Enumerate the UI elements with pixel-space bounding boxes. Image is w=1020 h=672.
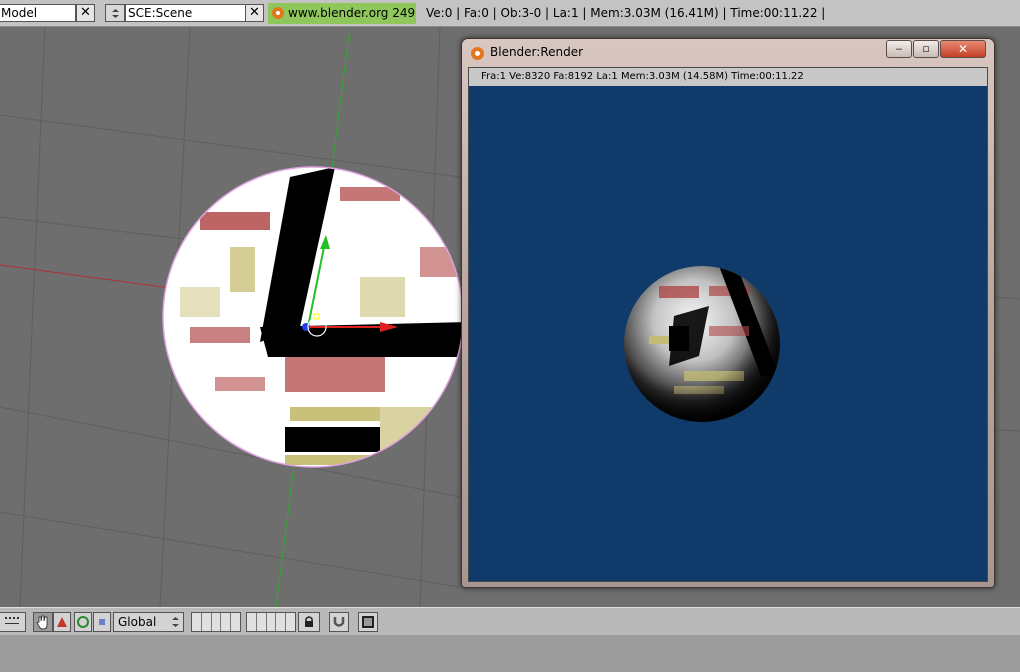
scene-browse-button[interactable] xyxy=(105,4,125,22)
blender-window-icon xyxy=(471,47,484,60)
render-window[interactable]: Blender:Render ‒ ▫ ✕ Fra:1 Ve:8320 Fa:81… xyxy=(461,38,995,588)
blender-url-label[interactable]: www.blender.org 249.2 xyxy=(268,3,416,24)
triangle-icon xyxy=(57,617,67,627)
viewport-header: Global xyxy=(0,607,1020,635)
rotate-tool-button[interactable] xyxy=(53,612,71,632)
render-window-title: Blender:Render xyxy=(490,45,584,59)
footer-area xyxy=(0,635,1020,672)
scale-tool-button[interactable] xyxy=(74,612,92,632)
screen-close-button[interactable]: ✕ xyxy=(76,4,95,22)
minimize-button[interactable]: ‒ xyxy=(886,40,912,58)
lock-icon xyxy=(305,616,313,627)
scene-close-button[interactable]: ✕ xyxy=(245,4,264,22)
grid-dots-icon xyxy=(5,617,19,624)
info-header: Model ✕ SCE:Scene ✕ www.blender.org 249.… xyxy=(0,0,1020,27)
screen-name-field[interactable]: Model xyxy=(0,4,76,22)
orientation-select[interactable]: Global xyxy=(113,612,184,632)
image-icon xyxy=(362,616,374,628)
manipulator-toggle-button[interactable] xyxy=(93,612,111,632)
blender-logo-icon xyxy=(272,7,284,19)
render-preview-button[interactable] xyxy=(358,612,378,632)
circle-target-icon xyxy=(77,616,89,628)
magnet-icon xyxy=(333,617,345,627)
orientation-value: Global xyxy=(118,615,157,629)
scene-name-field[interactable]: SCE:Scene xyxy=(125,4,246,22)
render-image xyxy=(624,266,780,422)
snap-button[interactable] xyxy=(329,612,349,632)
layer-buttons-2[interactable] xyxy=(246,612,296,632)
maximize-button[interactable]: ▫ xyxy=(913,40,939,58)
render-result-area: Fra:1 Ve:8320 Fa:8192 La:1 Mem:3.03M (14… xyxy=(468,67,988,582)
layer-buttons-1[interactable] xyxy=(191,612,241,632)
view-menu-button[interactable] xyxy=(0,612,26,632)
grab-tool-button[interactable] xyxy=(33,612,53,632)
square-icon xyxy=(99,619,105,625)
render-info-bar: Fra:1 Ve:8320 Fa:8192 La:1 Mem:3.03M (14… xyxy=(469,68,987,86)
lock-layers-button[interactable] xyxy=(298,612,320,632)
hand-icon xyxy=(36,615,48,630)
scene-stats: Ve:0 | Fa:0 | Ob:3-0 | La:1 | Mem:3.03M … xyxy=(426,6,826,20)
url-text: www.blender.org 249.2 xyxy=(288,6,416,20)
up-down-arrows-icon xyxy=(112,9,119,18)
rendered-sphere xyxy=(624,266,780,422)
up-down-arrows-icon xyxy=(172,617,179,627)
close-window-button[interactable]: ✕ xyxy=(940,40,986,58)
